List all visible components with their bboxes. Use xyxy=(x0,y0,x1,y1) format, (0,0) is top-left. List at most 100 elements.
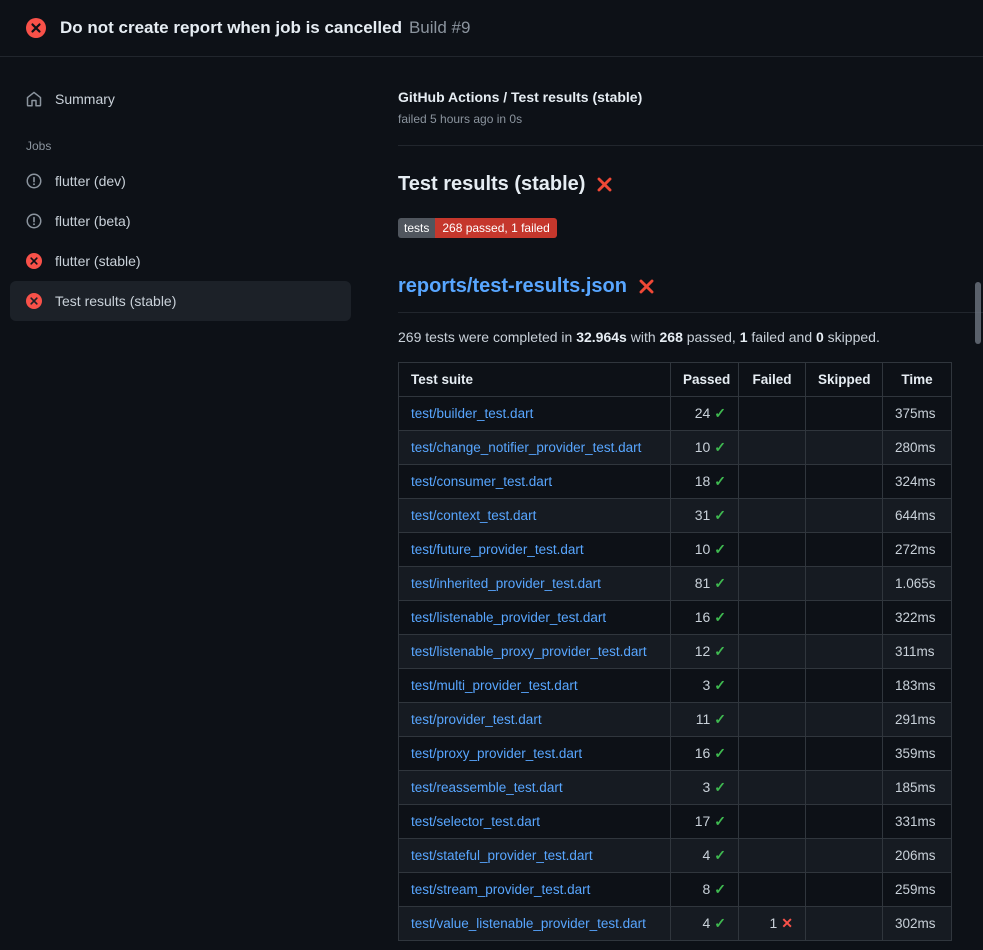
table-row: test/proxy_provider_test.dart16✓359ms xyxy=(399,737,952,771)
skipped-cell xyxy=(806,907,883,941)
sidebar-item-label: Test results (stable) xyxy=(55,292,176,310)
table-row: test/value_listenable_provider_test.dart… xyxy=(399,907,952,941)
skipped-cell xyxy=(806,431,883,465)
test-suite-link[interactable]: test/proxy_provider_test.dart xyxy=(411,746,582,761)
check-icon: ✓ xyxy=(714,677,726,693)
passed-count: 11 xyxy=(696,711,711,727)
test-suite-link[interactable]: test/value_listenable_provider_test.dart xyxy=(411,916,646,931)
test-suite-link[interactable]: test/stream_provider_test.dart xyxy=(411,882,590,897)
table-row: test/consumer_test.dart18✓324ms xyxy=(399,465,952,499)
test-suite-link[interactable]: test/provider_test.dart xyxy=(411,712,542,727)
sidebar-item-flutter-beta[interactable]: flutter (beta) xyxy=(10,201,351,241)
passed-cell: 17✓ xyxy=(671,805,739,839)
passed-count: 4 xyxy=(702,915,710,931)
failed-cell xyxy=(739,533,806,567)
sidebar-item-flutter-dev[interactable]: flutter (dev) xyxy=(10,161,351,201)
skipped-cell xyxy=(806,737,883,771)
test-suite-link[interactable]: test/listenable_provider_test.dart xyxy=(411,610,606,625)
failed-cell xyxy=(739,873,806,907)
suite-cell: test/listenable_proxy_provider_test.dart xyxy=(399,635,671,669)
test-suite-link[interactable]: test/future_provider_test.dart xyxy=(411,542,584,557)
check-icon: ✓ xyxy=(714,915,726,931)
x-circle-icon xyxy=(26,293,42,309)
column-header-passed: Passed xyxy=(671,363,739,397)
home-icon xyxy=(26,91,42,107)
suite-cell: test/value_listenable_provider_test.dart xyxy=(399,907,671,941)
test-suite-link[interactable]: test/reassemble_test.dart xyxy=(411,780,563,795)
summary-line: 269 tests were completed in 32.964s with… xyxy=(398,329,983,345)
test-suite-link[interactable]: test/listenable_proxy_provider_test.dart xyxy=(411,644,647,659)
check-icon: ✓ xyxy=(714,473,726,489)
time-cell: 185ms xyxy=(883,771,952,805)
passed-count: 81 xyxy=(695,575,711,591)
summary-skipped: 0 xyxy=(816,329,824,345)
sidebar-item-summary[interactable]: Summary xyxy=(10,79,351,119)
suite-cell: test/listenable_provider_test.dart xyxy=(399,601,671,635)
badge-value: 268 passed, 1 failed xyxy=(435,218,556,238)
table-row: test/change_notifier_provider_test.dart1… xyxy=(399,431,952,465)
test-suite-link[interactable]: test/consumer_test.dart xyxy=(411,474,552,489)
summary-failed: 1 xyxy=(740,329,748,345)
passed-cell: 3✓ xyxy=(671,771,739,805)
failed-cell xyxy=(739,771,806,805)
test-suite-link[interactable]: test/change_notifier_provider_test.dart xyxy=(411,440,641,455)
failed-cell xyxy=(739,431,806,465)
time-cell: 206ms xyxy=(883,839,952,873)
column-header-failed: Failed xyxy=(739,363,806,397)
passed-cell: 4✓ xyxy=(671,907,739,941)
skipped-cell xyxy=(806,873,883,907)
check-icon: ✓ xyxy=(714,541,726,557)
failed-cell xyxy=(739,499,806,533)
suite-cell: test/multi_provider_test.dart xyxy=(399,669,671,703)
time-cell: 280ms xyxy=(883,431,952,465)
check-icon: ✓ xyxy=(714,881,726,897)
passed-cell: 18✓ xyxy=(671,465,739,499)
passed-cell: 31✓ xyxy=(671,499,739,533)
passed-count: 24 xyxy=(695,405,711,421)
passed-count: 3 xyxy=(702,677,710,693)
test-suite-link[interactable]: test/selector_test.dart xyxy=(411,814,540,829)
scrollbar-thumb[interactable] xyxy=(975,282,981,344)
passed-count: 12 xyxy=(695,643,711,659)
suite-cell: test/proxy_provider_test.dart xyxy=(399,737,671,771)
test-suite-link[interactable]: test/inherited_provider_test.dart xyxy=(411,576,601,591)
passed-cell: 8✓ xyxy=(671,873,739,907)
skipped-cell xyxy=(806,397,883,431)
failed-cell xyxy=(739,397,806,431)
failed-x-icon xyxy=(596,176,613,193)
test-suite-link[interactable]: test/context_test.dart xyxy=(411,508,536,523)
failed-cell xyxy=(739,669,806,703)
failed-cell xyxy=(739,635,806,669)
failed-cell xyxy=(739,465,806,499)
table-row: test/builder_test.dart 24✓ 375ms xyxy=(399,397,952,431)
passed-cell: 16✓ xyxy=(671,601,739,635)
sidebar-item-test-results-stable[interactable]: Test results (stable) xyxy=(10,281,351,321)
test-suite-link[interactable]: test/multi_provider_test.dart xyxy=(411,678,578,693)
skipped-cell xyxy=(806,839,883,873)
time-cell: 359ms xyxy=(883,737,952,771)
jobs-section-label: Jobs xyxy=(26,139,335,153)
test-suite-link[interactable]: test/builder_test.dart xyxy=(411,406,533,421)
sidebar-item-flutter-stable[interactable]: flutter (stable) xyxy=(10,241,351,281)
passed-count: 3 xyxy=(702,779,710,795)
test-suite-link[interactable]: test/stateful_provider_test.dart xyxy=(411,848,593,863)
column-header-skipped: Skipped xyxy=(806,363,883,397)
skipped-cell xyxy=(806,703,883,737)
check-icon: ✓ xyxy=(714,813,726,829)
report-title-link[interactable]: reports/test-results.json xyxy=(398,274,983,313)
time-cell: 259ms xyxy=(883,873,952,907)
check-icon: ✓ xyxy=(714,507,726,523)
badge-label: tests xyxy=(398,218,435,238)
check-icon: ✓ xyxy=(714,609,726,625)
sidebar: Summary Jobs flutter (dev) flutter (beta… xyxy=(0,57,398,343)
check-icon: ✓ xyxy=(714,405,726,421)
x-circle-icon xyxy=(26,18,46,38)
skipped-cell xyxy=(806,601,883,635)
suite-cell: test/provider_test.dart xyxy=(399,703,671,737)
skipped-cell xyxy=(806,805,883,839)
time-cell: 183ms xyxy=(883,669,952,703)
time-cell: 375ms xyxy=(883,397,952,431)
run-title: Do not create report when job is cancell… xyxy=(60,18,402,37)
table-row: test/reassemble_test.dart 3✓ 185ms xyxy=(399,771,952,805)
skipped-cell xyxy=(806,567,883,601)
